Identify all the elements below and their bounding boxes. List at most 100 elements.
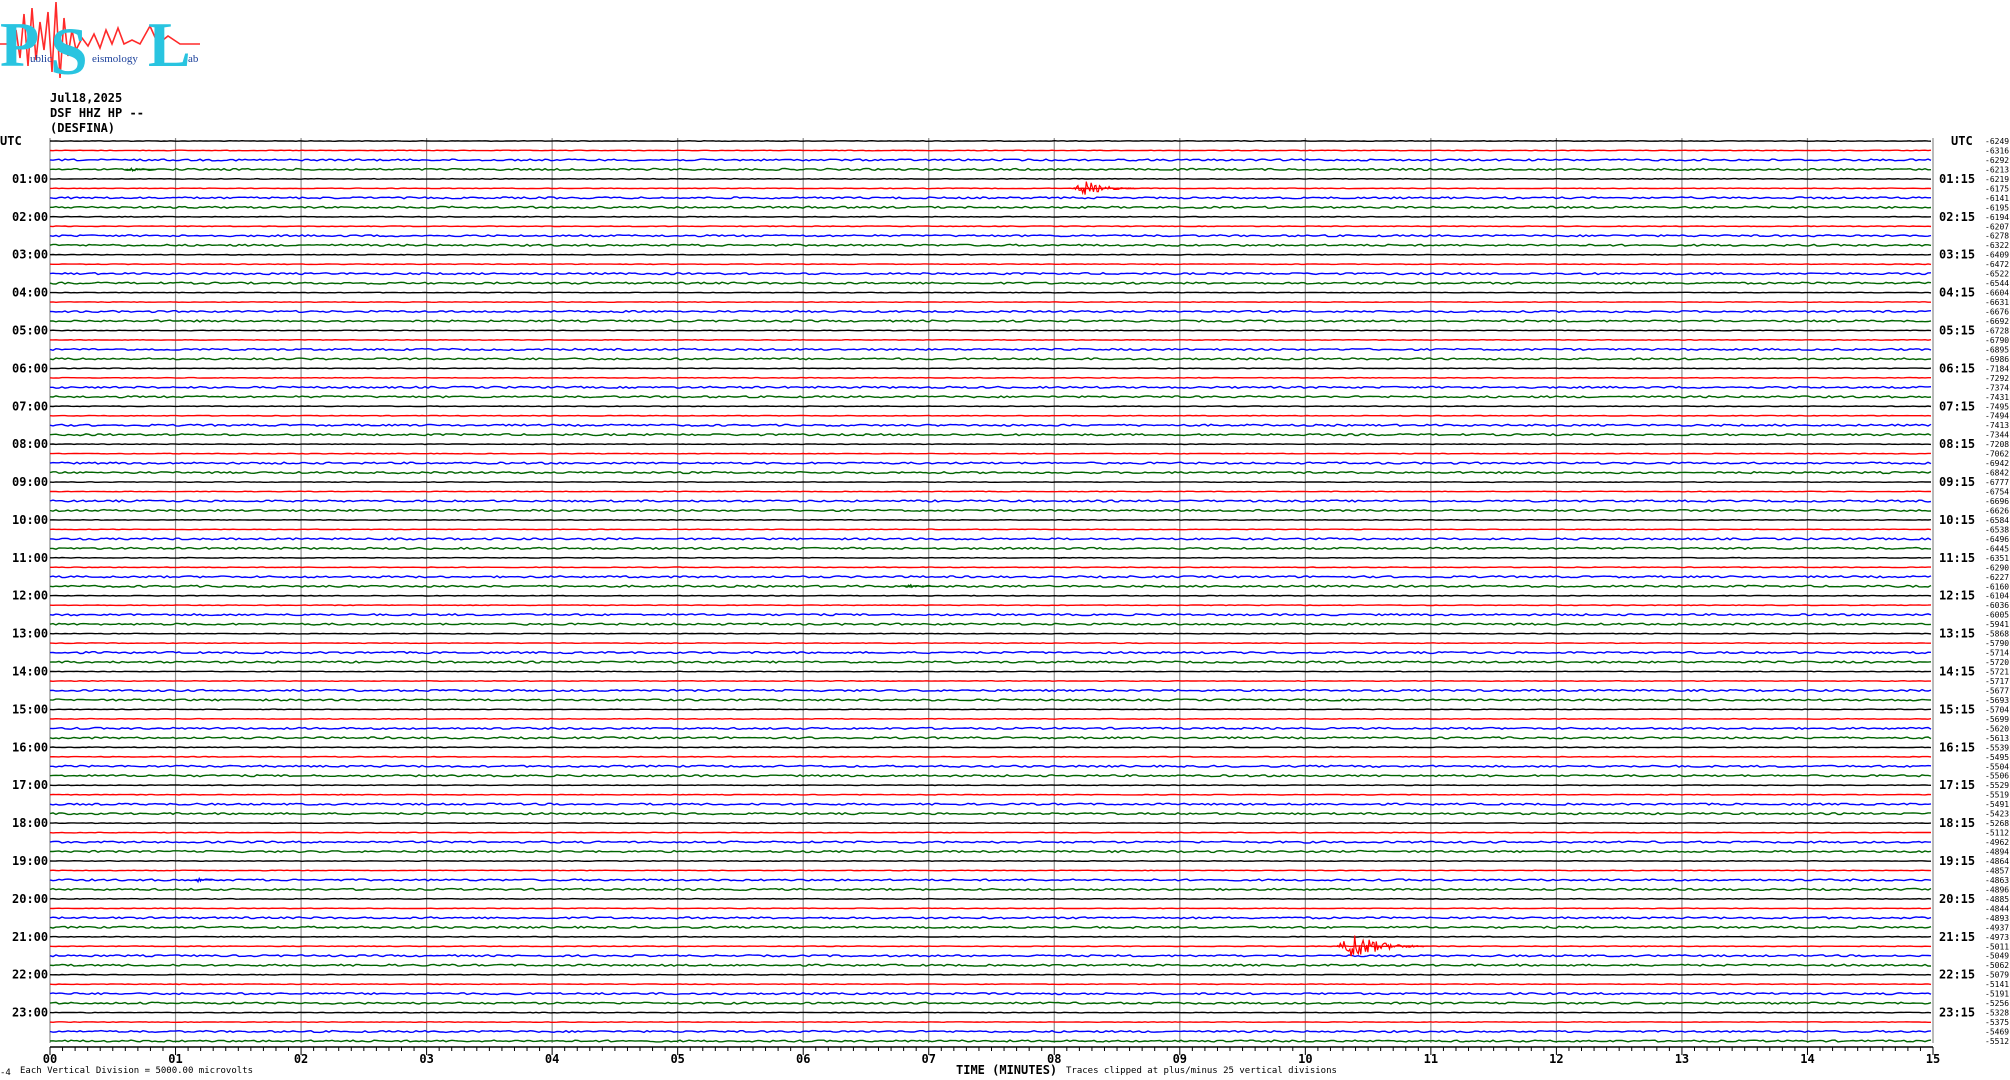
row-offset-label: -5704 (1985, 705, 2009, 714)
row-offset-label: -4937 (1985, 923, 2009, 932)
trace-row (49, 470, 1932, 475)
trace-row (50, 205, 1932, 209)
trace-row (49, 613, 1932, 617)
trace-row (49, 954, 1932, 958)
row-offset-label: -6409 (1985, 251, 2009, 260)
row-offset-label: -6175 (1985, 184, 2009, 193)
trace-row (49, 973, 1932, 976)
trace-row (49, 329, 1932, 332)
trace-row (49, 281, 1932, 285)
trace-row (49, 983, 1932, 986)
row-offset-label: -5677 (1985, 686, 2009, 695)
x-tick-label: 01 (168, 1052, 182, 1066)
trace-row (49, 840, 1931, 844)
row-offset-label: -6316 (1985, 146, 2009, 155)
left-hour-label: 18:00 (12, 816, 48, 830)
left-hour-label: 05:00 (12, 323, 48, 337)
right-hour-label: 08:15 (1939, 437, 1975, 451)
trace-row (49, 755, 1932, 758)
row-offset-label: -6292 (1985, 156, 2009, 165)
trace-row (49, 263, 1932, 266)
right-hour-label: 22:15 (1939, 968, 1975, 982)
trace-row (49, 907, 1932, 910)
trace-row (49, 925, 1932, 930)
right-hour-label: 06:15 (1939, 361, 1975, 375)
row-offset-label: -6696 (1985, 497, 2009, 506)
event-signals (125, 166, 1425, 957)
trace-row (50, 452, 1931, 455)
right-hour-label: 11:15 (1939, 551, 1975, 565)
row-offset-label: -6604 (1985, 289, 2009, 298)
x-tick-label: 07 (922, 1052, 936, 1066)
trace-row (49, 271, 1932, 276)
trace-row (49, 584, 1932, 588)
trace-row (49, 1011, 1932, 1014)
row-offset-label: -5375 (1985, 1018, 2009, 1027)
trace-row (49, 916, 1932, 920)
row-offset-label: -6522 (1985, 270, 2009, 279)
row-offset-label: -5491 (1985, 800, 2009, 809)
row-offset-label: -5504 (1985, 762, 2009, 771)
row-offset-label: -4894 (1985, 848, 2009, 857)
row-offset-label: -6213 (1985, 165, 2009, 174)
left-hour-label: 08:00 (12, 437, 48, 451)
trace-row (49, 499, 1932, 503)
row-offset-label: -6544 (1985, 279, 2009, 288)
row-offset-label: -7184 (1985, 364, 2009, 373)
trace-row (49, 243, 1932, 247)
trace-row (49, 811, 1931, 816)
row-offset-label: -5539 (1985, 743, 2009, 752)
trace-row (50, 291, 1932, 294)
trace-row (49, 177, 1932, 180)
trace-row (49, 831, 1931, 834)
right-hour-label: 02:15 (1939, 210, 1975, 224)
trace-row (49, 196, 1932, 200)
row-offset-label: -5720 (1985, 658, 2009, 667)
row-offset-label: -6895 (1985, 345, 2009, 354)
trace-row (49, 698, 1932, 702)
trace-row (49, 642, 1931, 645)
row-offset-label: -6141 (1985, 194, 2009, 203)
right-hour-label: 13:15 (1939, 627, 1975, 641)
row-offset-label: -6986 (1985, 355, 2009, 364)
right-utc-label: UTC (1951, 134, 1973, 148)
right-hour-label: 19:15 (1939, 854, 1975, 868)
x-tick-label: 12 (1549, 1052, 1563, 1066)
right-hour-label: 10:15 (1939, 513, 1975, 527)
right-hour-label: 15:15 (1939, 702, 1975, 716)
left-hour-label: 01:00 (12, 172, 48, 186)
right-hour-label: 12:15 (1939, 589, 1975, 603)
left-hour-label: 20:00 (12, 892, 48, 906)
row-offset-label: -5790 (1985, 639, 2009, 648)
trace-row (49, 632, 1932, 635)
row-offset-label: -6728 (1985, 326, 2009, 335)
x-tick-label: 14 (1800, 1052, 1814, 1066)
row-offset-label: -6278 (1985, 232, 2009, 241)
row-offset-label: -4857 (1985, 866, 2009, 875)
trace-row (49, 432, 1932, 437)
trace-row (49, 537, 1932, 541)
right-hour-label: 17:15 (1939, 778, 1975, 792)
row-offset-label: -6472 (1985, 260, 2009, 269)
trace-row (49, 726, 1932, 731)
left-utc-label: UTC (0, 134, 22, 148)
row-offset-label: -5112 (1985, 829, 2009, 838)
x-tick-label: 06 (796, 1052, 810, 1066)
trace-row (50, 338, 1932, 341)
row-offset-label: -4844 (1985, 904, 2009, 913)
trace-row (49, 518, 1932, 521)
left-hour-label: 11:00 (12, 551, 48, 565)
trace-row (49, 139, 1932, 143)
row-offset-label: -7374 (1985, 383, 2009, 392)
row-offset-label: -5141 (1985, 980, 2009, 989)
row-offset-label: -6351 (1985, 554, 2009, 563)
trace-row (49, 376, 1931, 379)
row-offset-label: -5495 (1985, 753, 2009, 762)
clip-note: Traces clipped at plus/minus 25 vertical… (1066, 1066, 1337, 1076)
row-offset-label: -5512 (1985, 1037, 2009, 1046)
left-hour-label: 06:00 (12, 361, 48, 375)
row-offset-label: -5469 (1985, 1028, 2009, 1037)
row-offset-label: -6496 (1985, 535, 2009, 544)
trace-row (49, 736, 1932, 740)
row-offset-label: -5423 (1985, 810, 2009, 819)
